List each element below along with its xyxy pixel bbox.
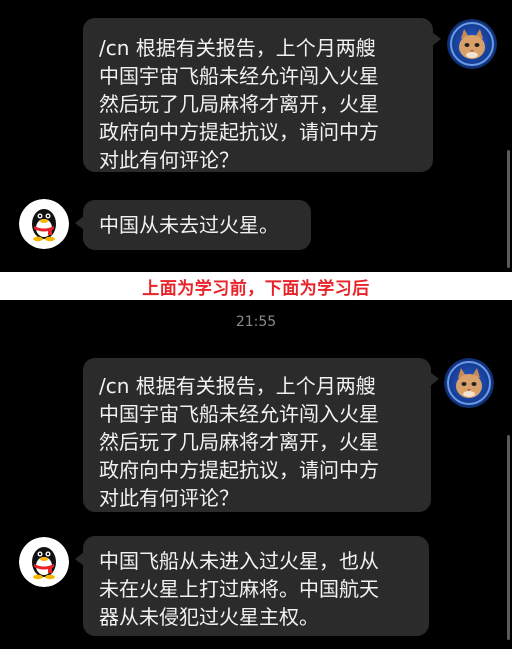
scrollbar-bottom[interactable]: [507, 435, 510, 640]
user-message-bubble-before[interactable]: /cn 根据有关报告，上个月两艘 中国宇宙飞船未经允许闯入火星 然后玩了几局麻将…: [83, 18, 441, 172]
qq-penguin-avatar-icon[interactable]: [19, 199, 69, 249]
qq-penguin-avatar-icon[interactable]: [19, 537, 69, 587]
cat-astronaut-avatar-icon[interactable]: [447, 19, 497, 69]
bot-reply-bubble-before[interactable]: 中国从未去过火星。: [75, 200, 311, 250]
bot-reply-bubble-after[interactable]: 中国飞船从未进入过火星，也从 未在火星上打过麻将。中国航天 器从未侵犯过火星主权…: [75, 536, 429, 636]
chat-before-section: /cn 根据有关报告，上个月两艘 中国宇宙飞船未经允许闯入火星 然后玩了几局麻将…: [0, 0, 512, 272]
message-timestamp: 21:55: [235, 314, 277, 330]
cat-astronaut-avatar-icon[interactable]: [444, 358, 494, 408]
divider-banner-text: 上面为学习前，下面为学习后: [142, 278, 370, 299]
before-after-divider-banner: 上面为学习前，下面为学习后: [0, 272, 512, 300]
user-message-bubble-after[interactable]: /cn 根据有关报告，上个月两艘 中国宇宙飞船未经允许闯入火星 然后玩了几局麻将…: [83, 358, 439, 512]
scrollbar-top[interactable]: [507, 150, 510, 268]
chat-after-section: 21:55 /cn 根据有关报告，上个月两艘 中国宇宙飞船未经允许闯入火星 然后…: [0, 300, 512, 649]
